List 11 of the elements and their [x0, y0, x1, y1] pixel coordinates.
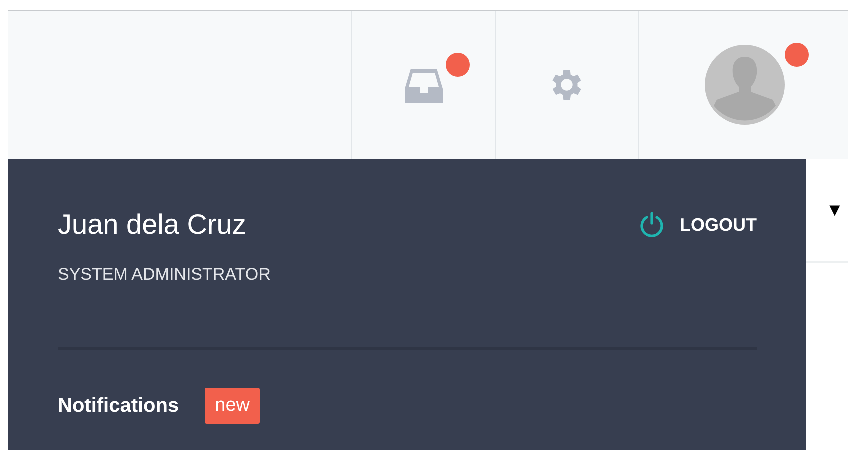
logout-button[interactable]: LOGOUT	[640, 212, 757, 238]
user-role: SYSTEM ADMINISTRATOR	[58, 265, 272, 285]
inbox-icon	[404, 67, 444, 103]
avatar-icon	[705, 45, 785, 125]
power-icon	[640, 212, 664, 238]
avatar-button[interactable]	[705, 45, 785, 125]
user-name: Juan dela Cruz	[58, 209, 246, 241]
caret-icon[interactable]: ▼	[826, 200, 844, 220]
new-badge: new	[205, 388, 260, 424]
inbox-button[interactable]	[404, 67, 444, 103]
notifications-heading: Notifications	[58, 394, 180, 418]
